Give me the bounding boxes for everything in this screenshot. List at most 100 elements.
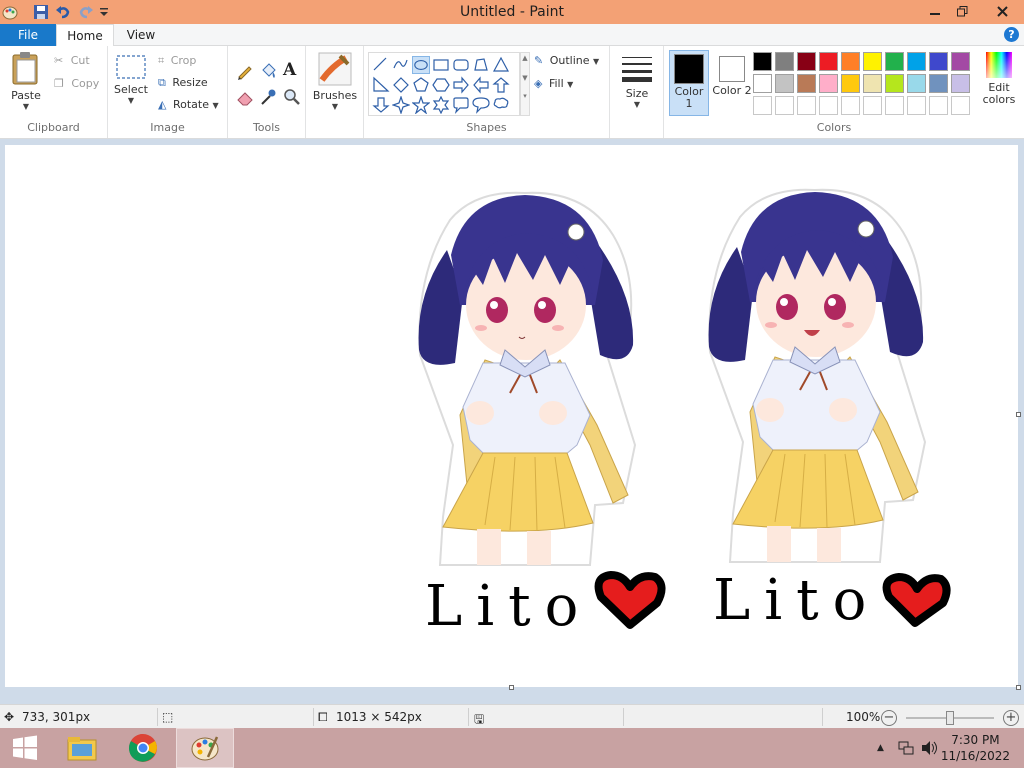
palette-swatch-empty[interactable] <box>797 96 816 115</box>
color1-button[interactable]: Color 1 <box>669 50 709 116</box>
resize-button[interactable]: ⧉ Resize <box>158 76 208 90</box>
color2-button[interactable]: Color 2 <box>712 50 752 116</box>
palette-swatch[interactable] <box>753 52 772 71</box>
paste-button[interactable]: Paste ▼ <box>4 50 48 111</box>
scroll-down-icon[interactable]: ▼ <box>521 73 529 83</box>
hexagon-shape-icon[interactable] <box>432 76 450 94</box>
four-point-star-shape-icon[interactable] <box>392 96 410 114</box>
network-icon[interactable] <box>898 740 914 759</box>
palette-swatch[interactable] <box>797 52 816 71</box>
curve-shape-icon[interactable] <box>392 56 410 74</box>
outline-icon: ✎ <box>534 54 544 67</box>
palette-swatch-empty[interactable] <box>775 96 794 115</box>
brushes-button[interactable]: Brushes ▼ <box>312 52 358 111</box>
eraser-icon[interactable] <box>236 88 254 109</box>
oval-callout-shape-icon[interactable] <box>472 96 490 114</box>
right-triangle-shape-icon[interactable] <box>372 76 390 94</box>
edit-colors-button[interactable]: Edit colors <box>978 52 1020 106</box>
palette-swatch-empty[interactable] <box>819 96 838 115</box>
palette-swatch[interactable] <box>907 52 926 71</box>
palette-swatch[interactable] <box>929 52 948 71</box>
pentagon-shape-icon[interactable] <box>412 76 430 94</box>
palette-swatch[interactable] <box>775 52 794 71</box>
polygon-shape-icon[interactable] <box>472 56 490 74</box>
copy-button[interactable]: ❐ Copy <box>54 77 99 90</box>
palette-swatch-empty[interactable] <box>951 96 970 115</box>
zoom-in-button[interactable]: + <box>1003 710 1019 726</box>
up-arrow-shape-icon[interactable] <box>492 76 510 94</box>
palette-swatch-empty[interactable] <box>841 96 860 115</box>
crop-button[interactable]: ⌗ Crop <box>158 54 196 68</box>
palette-swatch[interactable] <box>951 74 970 93</box>
left-arrow-shape-icon[interactable] <box>472 76 490 94</box>
palette-swatch[interactable] <box>863 74 882 93</box>
diamond-shape-icon[interactable] <box>392 76 410 94</box>
down-arrow-shape-icon[interactable] <box>372 96 390 114</box>
shapes-gallery-scrollbar[interactable]: ▲ ▼ ▾ <box>520 52 530 116</box>
palette-swatch[interactable] <box>841 74 860 93</box>
zoom-slider-thumb[interactable] <box>946 711 954 725</box>
restore-button[interactable] <box>947 0 977 22</box>
palette-swatch-empty[interactable] <box>753 96 772 115</box>
palette-swatch[interactable] <box>951 52 970 71</box>
size-button[interactable]: Size ▼ <box>616 54 658 109</box>
drawing-canvas[interactable]: Lito Lito <box>5 145 1018 687</box>
palette-swatch[interactable] <box>819 74 838 93</box>
close-button[interactable] <box>983 0 1021 22</box>
color-picker-icon[interactable] <box>259 88 277 109</box>
pencil-icon[interactable] <box>236 62 254 83</box>
palette-swatch[interactable] <box>863 52 882 71</box>
volume-icon[interactable] <box>920 740 938 759</box>
canvas-resize-handle-bottom[interactable] <box>509 685 514 690</box>
gallery-expand-icon[interactable]: ▾ <box>521 91 529 101</box>
paint-taskbar-button[interactable] <box>176 728 234 768</box>
canvas-resize-handle-corner[interactable] <box>1016 685 1021 690</box>
five-point-star-shape-icon[interactable] <box>412 96 430 114</box>
tab-home[interactable]: Home <box>56 24 114 47</box>
triangle-shape-icon[interactable] <box>492 56 510 74</box>
minimize-button[interactable] <box>920 0 950 22</box>
rounded-callout-shape-icon[interactable] <box>452 96 470 114</box>
file-explorer-button[interactable] <box>57 728 107 768</box>
palette-swatch-empty[interactable] <box>863 96 882 115</box>
palette-swatch-empty[interactable] <box>929 96 948 115</box>
palette-swatch[interactable] <box>907 74 926 93</box>
six-point-star-shape-icon[interactable] <box>432 96 450 114</box>
palette-swatch[interactable] <box>753 74 772 93</box>
shapes-gallery <box>368 52 520 116</box>
show-hidden-icons-icon[interactable]: ▲ <box>877 743 884 753</box>
select-button[interactable]: Select ▼ <box>112 54 150 105</box>
text-tool-icon[interactable]: A <box>283 60 296 80</box>
chrome-button[interactable] <box>118 728 168 768</box>
palette-swatch[interactable] <box>797 74 816 93</box>
fill-bucket-icon[interactable] <box>259 62 277 83</box>
palette-swatch[interactable] <box>885 52 904 71</box>
fill-button[interactable]: ◈ Fill ▼ <box>534 77 573 90</box>
palette-swatch[interactable] <box>929 74 948 93</box>
system-clock[interactable]: 7:30 PM 11/16/2022 <box>941 732 1010 764</box>
right-arrow-shape-icon[interactable] <box>452 76 470 94</box>
rounded-rectangle-shape-icon[interactable] <box>452 56 470 74</box>
palette-swatch[interactable] <box>819 52 838 71</box>
palette-swatch-empty[interactable] <box>907 96 926 115</box>
palette-swatch[interactable] <box>775 74 794 93</box>
cloud-callout-shape-icon[interactable] <box>492 96 510 114</box>
outline-button[interactable]: ✎ Outline ▼ <box>534 54 599 67</box>
help-icon[interactable]: ? <box>1004 27 1019 42</box>
palette-swatch[interactable] <box>841 52 860 71</box>
tab-file[interactable]: File <box>0 24 56 46</box>
scroll-up-icon[interactable]: ▲ <box>521 53 529 63</box>
rectangle-shape-icon[interactable] <box>432 56 450 74</box>
canvas-resize-handle-right[interactable] <box>1016 412 1021 417</box>
cut-button[interactable]: ✂ Cut <box>54 54 90 67</box>
tab-view[interactable]: View <box>114 24 168 46</box>
rotate-button[interactable]: ◭ Rotate ▼ <box>158 98 219 111</box>
palette-swatch-empty[interactable] <box>885 96 904 115</box>
palette-swatch[interactable] <box>885 74 904 93</box>
magnifier-icon[interactable] <box>283 88 301 109</box>
paint-palette-icon <box>191 736 219 761</box>
line-shape-icon[interactable] <box>372 56 390 74</box>
oval-shape-icon[interactable] <box>412 56 430 74</box>
start-button[interactable] <box>0 728 50 768</box>
zoom-out-button[interactable]: − <box>881 710 897 726</box>
